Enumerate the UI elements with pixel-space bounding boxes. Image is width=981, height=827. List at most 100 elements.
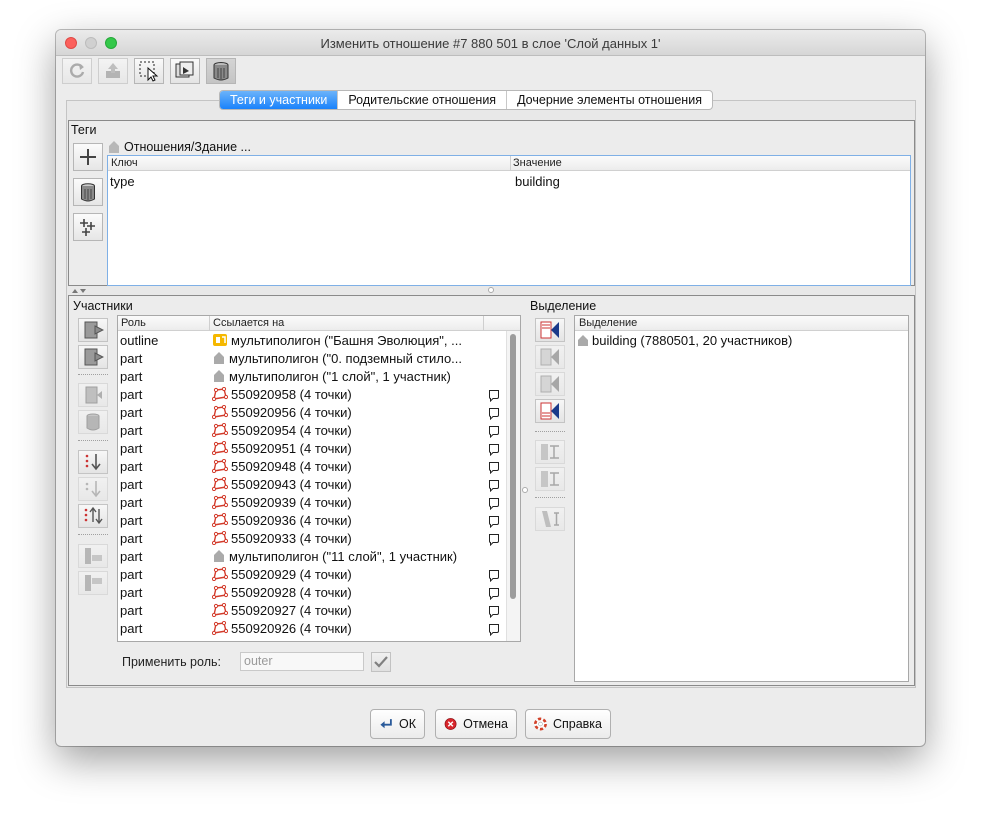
sort-below-button[interactable] [78,477,108,501]
member-row[interactable]: part мультиполигон ("11 слой", 1 участник… [118,548,520,566]
member-reference[interactable]: 550920936 (4 точки) [212,512,484,530]
member-row[interactable]: part 550920954 (4 точки) [118,422,520,440]
add-selected-before-button[interactable] [78,544,108,568]
edit-member-button[interactable] [78,383,108,407]
member-reference[interactable]: 550920956 (4 точки) [212,404,484,422]
preset-name[interactable]: Отношения/Здание ... [124,140,251,154]
member-role[interactable]: part [120,368,208,386]
vertical-splitter-handle[interactable] [522,487,528,493]
member-row[interactable]: outline мультиполигон ("Башня Эволюция", … [118,332,520,350]
member-row[interactable]: part 550920927 (4 точки) [118,602,520,620]
member-role[interactable]: part [120,530,208,548]
member-reference[interactable]: мультиполигон ("Башня Эволюция", ... [212,332,484,350]
delete-relation-button[interactable] [206,58,236,84]
member-reference[interactable]: мультиполигон ("1 слой", 1 участник) [212,368,484,386]
member-role[interactable]: outline [120,332,208,350]
remove-from-relation-button[interactable] [535,507,565,531]
member-role[interactable]: part [120,566,208,584]
delete-tag-button[interactable] [73,178,103,206]
member-reference[interactable]: 550920933 (4 точки) [212,530,484,548]
member-row[interactable]: part 550920928 (4 точки) [118,584,520,602]
member-role[interactable]: part [120,476,208,494]
member-reference[interactable]: 550920927 (4 точки) [212,602,484,620]
tab-child-elements[interactable]: Дочерние элементы отношения [506,91,712,109]
member-role[interactable]: part [120,440,208,458]
member-role[interactable]: part [120,620,208,638]
remove-member-button[interactable] [78,410,108,434]
member-reference[interactable]: 550920948 (4 точки) [212,458,484,476]
member-reference[interactable]: 550920939 (4 точки) [212,494,484,512]
reverse-members-button[interactable] [78,504,108,528]
horizontal-splitter[interactable] [68,286,915,294]
member-row[interactable]: part 550920939 (4 точки) [118,494,520,512]
member-reference[interactable]: мультиполигон ("0. подземный стило... [212,350,484,368]
member-row[interactable]: part 550920956 (4 точки) [118,404,520,422]
sort-members-button[interactable] [78,450,108,474]
members-scrollbar[interactable] [510,334,516,599]
member-row[interactable]: part 550920929 (4 точки) [118,566,520,584]
ok-button[interactable]: ОК [370,709,425,739]
member-role[interactable]: part [120,584,208,602]
member-row[interactable]: part 550920948 (4 точки) [118,458,520,476]
add-selected-after-button[interactable] [78,571,108,595]
help-button[interactable]: Справка [525,709,611,739]
member-reference[interactable]: 550920928 (4 точки) [212,584,484,602]
tag-value[interactable]: building [515,173,560,191]
member-reference[interactable]: мультиполигон ("11 слой", 1 участник) [212,548,484,566]
select-members-in-list-button[interactable] [535,467,565,491]
selection-column-header[interactable]: Выделение [579,317,637,329]
apply-role-input[interactable]: outer [240,652,364,671]
add-tag-button[interactable] [73,143,103,171]
tags-table[interactable]: Ключ Значение type building [107,155,911,286]
member-row[interactable]: part 550920951 (4 точки) [118,440,520,458]
tag-key[interactable]: type [110,173,135,191]
add-selection-before-button[interactable] [535,345,565,369]
add-selection-after-button[interactable] [535,372,565,396]
tag-row[interactable]: type building [108,173,910,191]
zoom-to-relation-button[interactable] [170,58,200,84]
member-role[interactable]: part [120,458,208,476]
member-role[interactable]: part [120,404,208,422]
apply-role-button[interactable] [371,652,391,672]
move-up-button[interactable] [78,318,108,342]
remove-selected-members-button[interactable] [535,440,565,464]
member-role[interactable]: part [120,350,208,368]
member-row[interactable]: part 550920958 (4 точки) [118,386,520,404]
members-table[interactable]: Роль Ссылается на outline мультиполигон (… [117,315,521,642]
member-role[interactable]: part [120,494,208,512]
member-role[interactable]: part [120,512,208,530]
member-row[interactable]: part 550920943 (4 точки) [118,476,520,494]
select-members-button[interactable] [134,58,164,84]
member-row[interactable]: part 550920926 (4 точки) [118,620,520,638]
add-selection-bottom-button[interactable] [535,399,565,423]
member-row[interactable]: part 550920933 (4 точки) [118,530,520,548]
member-reference[interactable]: 550920958 (4 точки) [212,386,484,404]
key-column-header[interactable]: Ключ [111,157,138,169]
tab-parent-relations[interactable]: Родительские отношения [337,91,506,109]
member-reference[interactable]: 550920954 (4 точки) [212,422,484,440]
member-role[interactable]: part [120,386,208,404]
selection-row[interactable]: building (7880501, 20 участников) [575,332,908,350]
member-row[interactable]: part мультиполигон ("0. подземный стило..… [118,350,520,368]
add-selection-top-button[interactable] [535,318,565,342]
member-role[interactable]: part [120,422,208,440]
tab-tags-members[interactable]: Теги и участники [220,91,338,109]
title-bar[interactable]: Изменить отношение #7 880 501 в слое 'Сл… [56,30,925,56]
member-reference[interactable]: 550920951 (4 точки) [212,440,484,458]
role-column-header[interactable]: Роль [121,317,146,329]
member-reference[interactable]: 550920929 (4 точки) [212,566,484,584]
splitter-handle[interactable] [488,287,494,293]
refresh-button[interactable] [62,58,92,84]
member-reference[interactable]: 550920943 (4 точки) [212,476,484,494]
refers-to-column-header[interactable]: Ссылается на [213,317,284,329]
member-row[interactable]: part 550920936 (4 точки) [118,512,520,530]
member-row[interactable]: part мультиполигон ("1 слой", 1 участник) [118,368,520,386]
member-role[interactable]: part [120,548,208,566]
cancel-button[interactable]: Отмена [435,709,517,739]
move-down-button[interactable] [78,345,108,369]
member-reference[interactable]: 550920926 (4 точки) [212,620,484,638]
paste-tags-button[interactable] [73,213,103,241]
upload-button[interactable] [98,58,128,84]
value-column-header[interactable]: Значение [513,157,562,169]
selection-table[interactable]: Выделение building (7880501, 20 участник… [574,315,909,682]
